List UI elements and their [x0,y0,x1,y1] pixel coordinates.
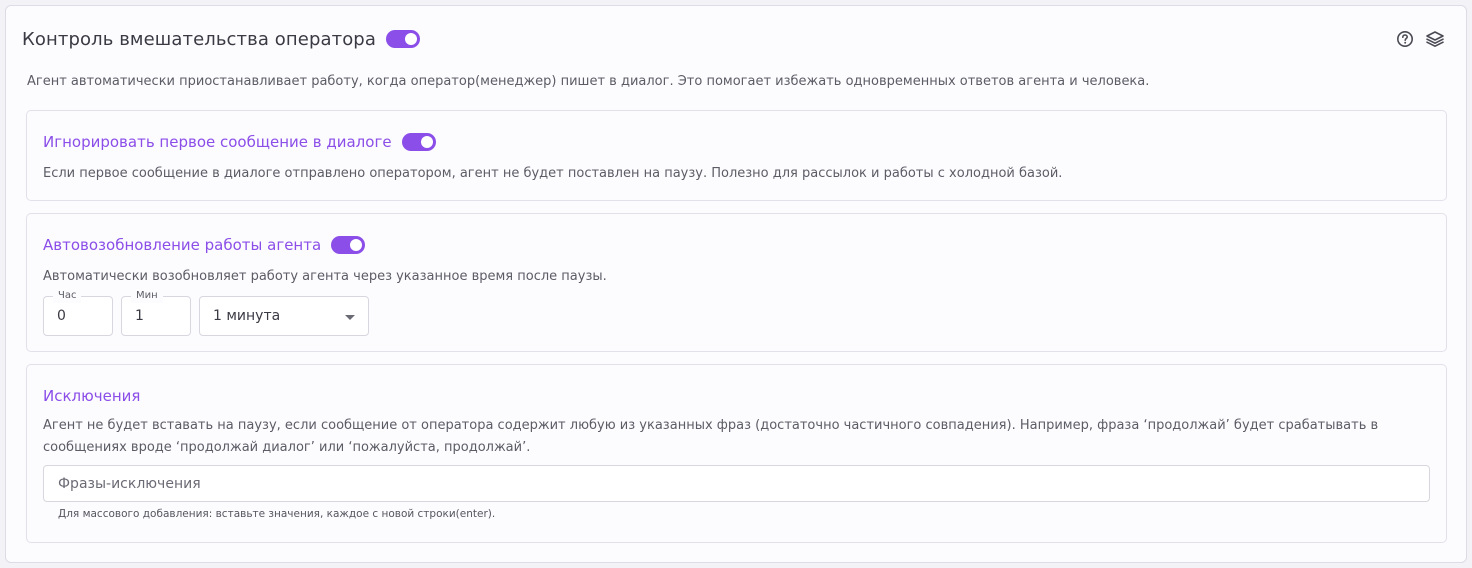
exceptions-text-line1: Агент не будет вставать на паузу, если с… [43,418,1379,433]
minutes-label: Мин [131,289,163,303]
ignore-first-text: Если первое сообщение в диалоге отправле… [43,166,1063,181]
hours-input[interactable]: Час 0 [43,289,113,336]
auto-resume-card: Автовозобновление работы агента Автомати… [26,213,1447,352]
exceptions-text-line2: сообщениях вроде ‘продолжай диалог’ или … [43,440,531,455]
auto-resume-text: Автоматически возобновляет работу агента… [43,269,607,284]
duration-preset-value: 1 минута [213,308,281,324]
header-icons [1395,29,1445,49]
toggle-knob [420,136,433,148]
exceptions-card: Исключения Агент не будет вставать на па… [26,364,1447,543]
exceptions-title: Исключения [43,387,141,405]
toggle-knob [350,239,363,251]
ignore-first-message-card: Игнорировать первое сообщение в диалоге … [26,110,1447,201]
auto-resume-title: Автовозобновление работы агента [43,236,322,254]
chevron-down-icon [345,315,355,320]
operator-control-panel: Контроль вмешательства оператора Агент а… [5,5,1467,563]
minutes-value: 1 [135,308,144,324]
exceptions-title-row: Исключения [43,385,140,407]
help-circle-icon[interactable] [1395,29,1415,49]
panel-title: Контроль вмешательства оператора [22,28,376,50]
bulk-add-hint: Для массового добавления: вставьте значе… [58,508,496,520]
ignore-first-title-row: Игнорировать первое сообщение в диалоге [43,131,436,153]
operator-control-toggle[interactable] [385,30,420,48]
panel-header: Контроль вмешательства оператора [22,26,420,52]
toggle-knob [404,33,417,45]
hours-label: Час [53,289,82,303]
auto-resume-toggle[interactable] [331,236,366,254]
exception-phrases-input[interactable] [43,465,1430,502]
ignore-first-toggle[interactable] [401,133,436,151]
panel-description: Агент автоматически приостанавливает раб… [27,74,1150,89]
ignore-first-title: Игнорировать первое сообщение в диалоге [43,133,392,151]
auto-resume-title-row: Автовозобновление работы агента [43,234,366,256]
layers-icon[interactable] [1425,29,1445,49]
hours-value: 0 [57,308,66,324]
duration-preset-select[interactable]: 1 минута [199,296,369,336]
minutes-input[interactable]: Мин 1 [121,289,191,336]
